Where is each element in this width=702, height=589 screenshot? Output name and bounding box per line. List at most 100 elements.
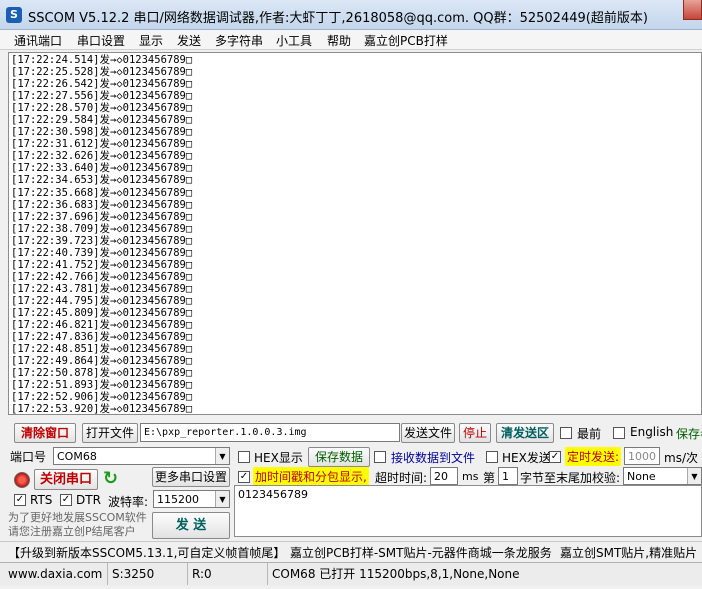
recv-to-file-checkbox[interactable]	[374, 451, 386, 463]
log-line: [17:22:25.528]发→◇0123456789□	[11, 66, 193, 79]
clear-window-button[interactable]: 清除窗口	[14, 423, 76, 443]
status-bar: www.daxia.com S:3250 R:0 COM68 已打开 11520…	[0, 562, 702, 586]
log-line: [17:22:27.556]发→◇0123456789□	[11, 90, 193, 103]
menu-tools[interactable]: 小工具	[276, 32, 312, 49]
rts-label: RTS	[30, 493, 53, 507]
timestamp-label: 加时间戳和分包显示,	[253, 467, 369, 486]
log-line: [17:22:42.766]发→◇0123456789□	[11, 270, 193, 283]
byte-index-input[interactable]: 1	[498, 467, 518, 485]
status-port-state: COM68 已打开 115200bps,8,1,None,None	[272, 567, 520, 581]
recv-to-file-label: 接收数据到文件	[391, 451, 476, 465]
log-line: [17:22:50.878]发→◇0123456789□	[11, 367, 193, 380]
timeout-label: 超时时间:	[375, 471, 428, 485]
save-params-button[interactable]: 保存参	[676, 425, 702, 442]
log-line: [17:22:48.851]发→◇0123456789□	[11, 343, 193, 356]
port-value: COM68	[57, 450, 97, 463]
menu-display[interactable]: 显示	[139, 32, 163, 49]
file-path-input[interactable]: E:\pxp_reporter.1.0.0.3.img	[140, 423, 400, 442]
hex-send-checkbox[interactable]	[486, 451, 498, 463]
port-label: 端口号	[10, 450, 47, 464]
log-line: [17:22:40.739]发→◇0123456789□	[11, 246, 193, 259]
open-file-button[interactable]: 打开文件	[82, 423, 138, 443]
log-line: [17:22:24.514]发→◇0123456789□	[11, 54, 193, 66]
interval-unit: ms/次	[664, 451, 698, 465]
status-received: R:0	[188, 563, 268, 585]
menu-help[interactable]: 帮助	[327, 32, 351, 49]
promo-smt-link[interactable]: 嘉立创SMT贴片,精准贴片	[560, 544, 697, 561]
log-line: [17:22:51.893]发→◇0123456789□	[11, 379, 193, 392]
timed-send-label: 定时发送:	[565, 447, 622, 466]
log-line: [17:22:35.668]发→◇0123456789□	[11, 186, 193, 199]
more-settings-button[interactable]: 更多串口设置	[152, 467, 230, 487]
close-port-button[interactable]: 关闭串口	[34, 469, 98, 490]
port-select[interactable]: COM68 ▼	[53, 447, 230, 465]
log-line: [17:22:45.809]发→◇0123456789□	[11, 306, 193, 319]
port-panel: 端口号 COM68 ▼ 关闭串口 ↻ 更多串口设置 ✓ RTS ✓ DTR 波特率…	[0, 445, 234, 541]
log-line: [17:22:31.612]发→◇0123456789□	[11, 138, 193, 151]
log-line: [17:22:44.795]发→◇0123456789□	[11, 294, 193, 307]
checksum-value: None	[627, 470, 656, 483]
support-notice: 为了更好地发展SSCOM软件 请您注册嘉立创P结尾客户	[8, 511, 147, 538]
byte-prefix: 第	[483, 471, 496, 485]
timeout-input[interactable]: 20	[430, 467, 458, 485]
menu-serial-settings[interactable]: 串口设置	[77, 32, 125, 49]
send-button[interactable]: 发 送	[152, 512, 230, 539]
rts-checkbox[interactable]: ✓	[14, 494, 26, 506]
menu-comm-port[interactable]: 通讯端口	[14, 32, 62, 49]
english-checkbox[interactable]	[613, 427, 625, 439]
close-icon[interactable]	[683, 0, 702, 20]
promo-jlc-link[interactable]: 嘉立创PCB打样-SMT贴片-元器件商城一条龙服务	[290, 544, 552, 561]
promo-upgrade-link[interactable]: 【升级到新版本SSCOM5.13.1,可自定义帧首帧尾】	[8, 544, 285, 561]
english-label: English	[630, 425, 674, 439]
timed-send-checkbox[interactable]: ✓	[549, 451, 561, 463]
window-title: SSCOM V5.12.2 串口/网络数据调试器,作者:大虾丁丁,2618058…	[28, 11, 648, 26]
menu-jlc-pcb[interactable]: 嘉立创PCB打样	[364, 32, 448, 49]
baud-label: 波特率:	[108, 495, 149, 509]
save-data-button[interactable]: 保存数据	[308, 447, 370, 467]
log-line: [17:22:29.584]发→◇0123456789□	[11, 114, 193, 127]
port-status-icon	[14, 472, 30, 488]
status-website[interactable]: www.daxia.com	[4, 563, 108, 585]
chevron-down-icon: ▼	[215, 448, 229, 464]
log-line: [17:22:49.864]发→◇0123456789□	[11, 355, 193, 368]
promo-bar: 【升级到新版本SSCOM5.13.1,可自定义帧首帧尾】 嘉立创PCB打样-SM…	[0, 541, 702, 561]
log-line: [17:22:28.570]发→◇0123456789□	[11, 102, 193, 115]
menu-bar: 通讯端口 串口设置 显示 发送 多字符串 小工具 帮助 嘉立创PCB打样	[0, 30, 702, 50]
topmost-checkbox[interactable]	[560, 427, 572, 439]
log-line: [17:22:36.683]发→◇0123456789□	[11, 198, 193, 211]
log-line: [17:22:41.752]发→◇0123456789□	[11, 258, 193, 271]
dtr-label: DTR	[76, 493, 101, 507]
clear-send-button[interactable]: 清发送区	[496, 423, 554, 443]
refresh-icon[interactable]: ↻	[103, 470, 121, 488]
timestamp-checkbox[interactable]: ✓	[238, 471, 250, 483]
checksum-select[interactable]: None ▼	[623, 467, 702, 485]
topmost-label: 最前	[577, 427, 602, 441]
interval-input[interactable]: 1000	[624, 447, 660, 465]
baud-select[interactable]: 115200 ▼	[153, 490, 230, 508]
file-toolbar: 清除窗口 打开文件 E:\pxp_reporter.1.0.0.3.img 发送…	[0, 421, 702, 443]
log-line: [17:22:37.696]发→◇0123456789□	[11, 210, 193, 223]
receive-log[interactable]: [17:22:24.514]发→◇0123456789□ [17:22:25.52…	[8, 52, 702, 415]
dtr-checkbox[interactable]: ✓	[60, 494, 72, 506]
status-sent: S:3250	[108, 563, 188, 585]
log-line: [17:22:39.723]发→◇0123456789□	[11, 234, 193, 247]
log-line: [17:22:52.906]发→◇0123456789□	[11, 391, 193, 404]
log-line: [17:22:33.640]发→◇0123456789□	[11, 162, 193, 175]
baud-value: 115200	[157, 493, 199, 506]
timeout-unit: ms	[462, 470, 479, 483]
title-bar[interactable]: S SSCOM V5.12.2 串口/网络数据调试器,作者:大虾丁丁,26180…	[0, 0, 702, 30]
send-file-button[interactable]: 发送文件	[401, 423, 455, 443]
log-line: [17:22:47.836]发→◇0123456789□	[11, 331, 193, 344]
log-line: [17:22:43.781]发→◇0123456789□	[11, 282, 193, 295]
receive-options: HEX显示 保存数据 接收数据到文件 HEX发送 ✓ 定时发送: 1000 ms…	[234, 445, 702, 486]
log-line: [17:22:53.920]发→◇0123456789□	[11, 403, 193, 415]
hex-send-label: HEX发送	[502, 451, 551, 465]
menu-multi-string[interactable]: 多字符串	[215, 32, 263, 49]
chevron-down-icon: ▼	[215, 491, 229, 507]
hex-display-checkbox[interactable]	[238, 451, 250, 463]
stop-button[interactable]: 停止	[459, 423, 491, 443]
send-textarea[interactable]: 0123456789	[234, 485, 702, 537]
log-line: [17:22:30.598]发→◇0123456789□	[11, 126, 193, 139]
menu-send[interactable]: 发送	[177, 32, 201, 49]
log-line: [17:22:32.626]发→◇0123456789□	[11, 150, 193, 163]
